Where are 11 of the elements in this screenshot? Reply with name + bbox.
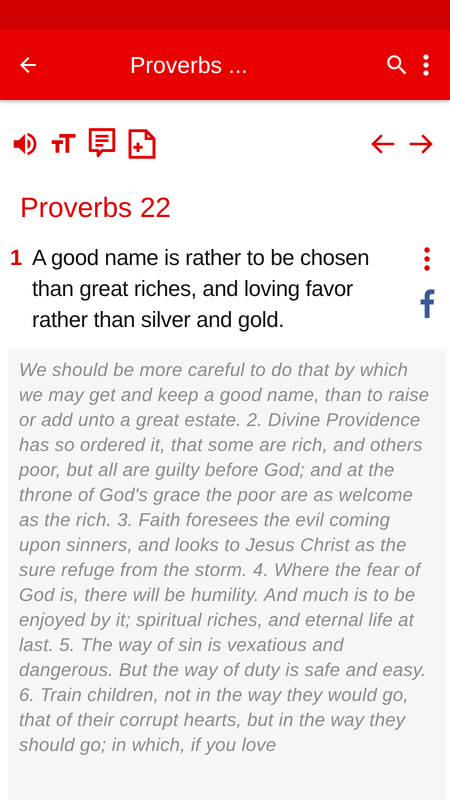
more-menu-icon xyxy=(423,246,431,272)
facebook-icon xyxy=(419,288,435,318)
chapter-heading: Proverbs 22 xyxy=(20,192,172,224)
more-menu-icon xyxy=(422,53,430,77)
share-button[interactable] xyxy=(419,288,435,318)
verse-number: 1 xyxy=(10,244,24,272)
window-title: Proverbs ... xyxy=(130,52,249,78)
verse-menu-button[interactable] xyxy=(423,246,431,272)
add-note-icon xyxy=(126,128,158,160)
verse-text: A good name is rather to be chosen than great riches, and loving favor rather than silver and gold. xyxy=(32,244,370,334)
commentary-text: We should be more careful to do that by which we may get and keep a good name, than to raise or add unto a great estate. 2. Divine Providence has so ordered it, that some are rich, and others poor, but all are guilty before God; and at the throne of God's grace the poor are as welcome as the rich. 3. Faith foresees the evil coming upon sinners, and looks to Jesus Christ as the sure refuge from the storm. 4. Where the fear of God is, there will be humility. And much is to be enjoyed by it; spiritual riches, and eternal life at last. 5. The way of sin is vexatious and dangerous. But the way of duty is safe and easy. 6. Train children, not in the way they would go, that of their corrupt hearts, but in the way they should go; in which, if you love xyxy=(19,358,430,757)
